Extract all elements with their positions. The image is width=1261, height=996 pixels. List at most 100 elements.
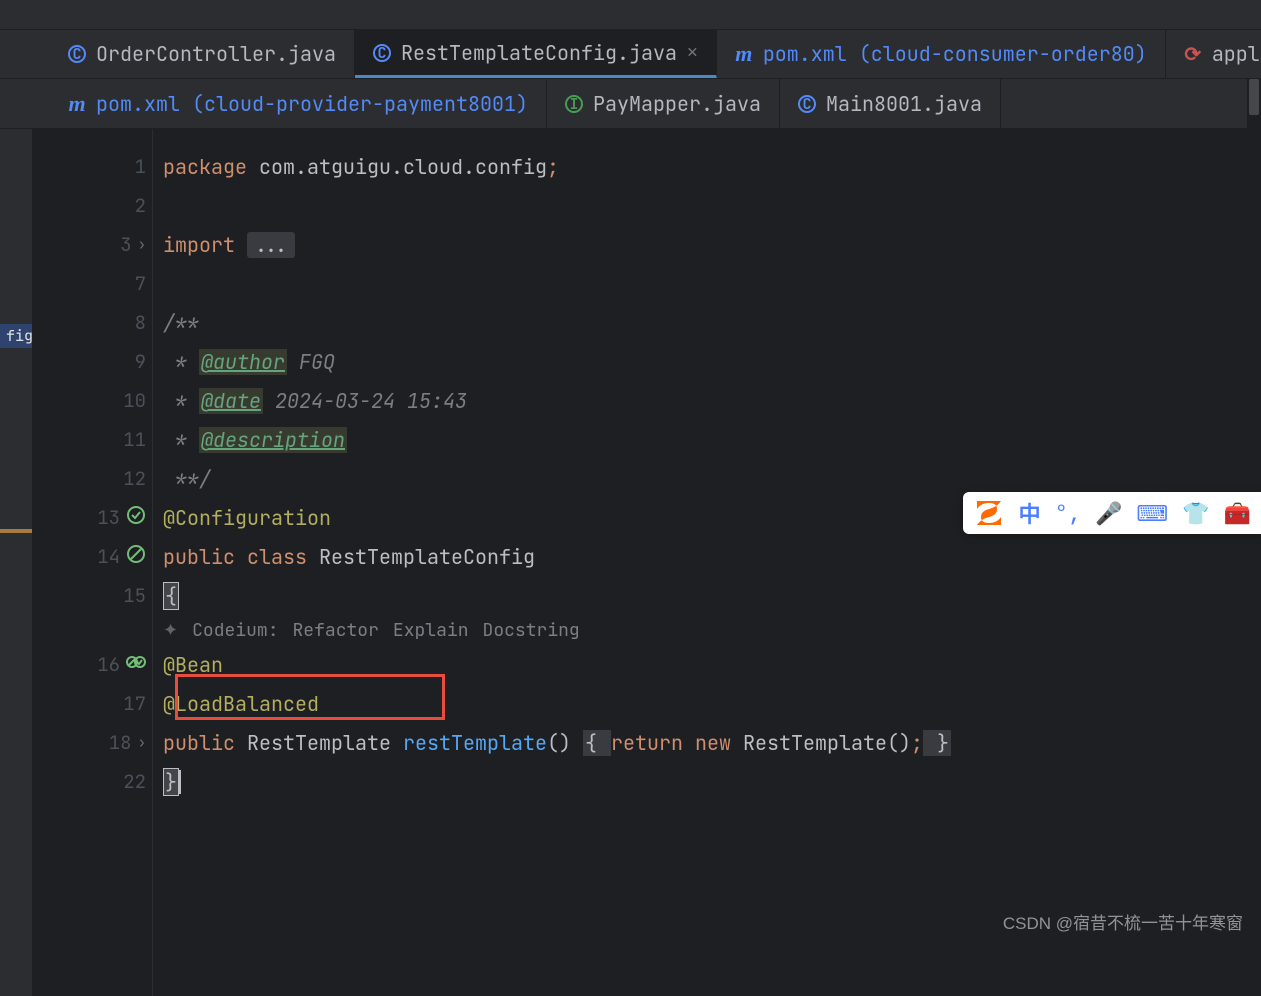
yaml-icon: ⟳ [1184, 45, 1202, 63]
maven-icon: m [68, 95, 86, 113]
tab-label: PayMapper.java [593, 91, 761, 117]
line-number: 14 [80, 544, 120, 569]
annotation-configuration: @Configuration [163, 505, 331, 531]
line-number: 11 [106, 427, 146, 452]
ime-toolbar[interactable]: 中 °, 🎤 ⌨ 👕 🧰 [963, 492, 1261, 534]
gutter: 1 2 3› 7 8 9 10 11 12 13 14 15 16 17 18›… [32, 129, 152, 996]
inspect-ok-icon[interactable] [126, 505, 146, 531]
mic-icon[interactable]: 🎤 [1095, 499, 1122, 528]
inspect-icon[interactable] [126, 652, 146, 678]
return-type: RestTemplate [247, 730, 403, 756]
keyword: public [163, 544, 247, 570]
java-class-icon: C [68, 45, 86, 63]
java-class-icon: C [373, 44, 391, 62]
line-number: 12 [106, 466, 146, 491]
punct: () [547, 730, 583, 756]
ime-lang[interactable]: 中 [1019, 497, 1041, 529]
caret [179, 770, 181, 794]
annotation-bean: @Bean [163, 652, 223, 678]
date-value: 2024-03-24 15:43 [263, 388, 467, 414]
tab-rest-template-config[interactable]: C RestTemplateConfig.java ✕ [355, 30, 717, 78]
sparkle-icon: ✦ [163, 619, 178, 642]
tab-application-yml[interactable]: ⟳ application.ym [1166, 30, 1261, 78]
brace: } [163, 768, 179, 796]
scrollbar[interactable] [1247, 79, 1261, 799]
line-number: 7 [106, 271, 146, 296]
maven-icon: m [735, 45, 753, 63]
line-number: 22 [106, 769, 146, 794]
line-number: 8 [106, 310, 146, 335]
inspect-icon[interactable] [126, 544, 146, 570]
doc-tag-author: @author [199, 349, 287, 375]
toolbox-icon[interactable]: 🧰 [1224, 499, 1251, 528]
sogou-icon[interactable] [973, 497, 1005, 529]
hint-docstring[interactable]: Docstring [483, 619, 580, 642]
line-number: 13 [80, 505, 120, 530]
java-class-icon: C [798, 95, 816, 113]
tab-label: application.ym [1212, 41, 1261, 67]
line-number: 15 [106, 583, 146, 608]
code-area[interactable]: package com.atguigu.cloud.config; import… [152, 129, 1261, 996]
comment: * [163, 427, 199, 453]
codeium-label: Codeium: [192, 619, 278, 642]
brace: } [923, 730, 951, 756]
brace: { [163, 582, 179, 610]
tab-pay-mapper[interactable]: I PayMapper.java [547, 79, 780, 128]
comment: * [163, 349, 199, 375]
scrollbar-thumb[interactable] [1249, 79, 1259, 115]
watermark: CSDN @宿昔不梳一苦十年寒窗 [1003, 909, 1243, 934]
skin-icon[interactable]: 👕 [1182, 499, 1209, 528]
keyword: public [163, 730, 247, 756]
punct: ; [547, 154, 559, 180]
tab-main-8001[interactable]: C Main8001.java [780, 79, 1001, 128]
line-number: 17 [106, 691, 146, 716]
tab-label: pom.xml (cloud-consumer-order80) [763, 41, 1147, 67]
keyword: package [163, 154, 247, 180]
brace: { [583, 730, 611, 756]
hint-refactor[interactable]: Refactor [293, 619, 379, 642]
java-interface-icon: I [565, 95, 583, 113]
punct: ; [911, 730, 923, 756]
keyword: import [163, 232, 247, 258]
constructor: RestTemplate() [743, 730, 911, 756]
toolbar [0, 0, 1261, 30]
doc-tag-date: @date [199, 388, 263, 414]
editor: fig 1 2 3› 7 8 9 10 11 12 13 14 15 16 17… [0, 129, 1261, 996]
left-sidebar: fig [0, 129, 32, 996]
doc-tag-description: @description [199, 427, 347, 453]
line-number: 10 [106, 388, 146, 413]
close-icon[interactable]: ✕ [687, 41, 698, 64]
line-number: 18 [92, 730, 132, 755]
line-number: 9 [106, 349, 146, 374]
author-value: FGQ [287, 349, 335, 375]
tab-pom-consumer[interactable]: m pom.xml (cloud-consumer-order80) [717, 30, 1166, 78]
fold-icon[interactable]: › [138, 236, 146, 254]
keyboard-icon[interactable]: ⌨ [1136, 499, 1168, 528]
keyword: return [611, 730, 695, 756]
tab-bar-row2: m pom.xml (cloud-provider-payment8001) I… [0, 79, 1261, 129]
comment: /** [163, 310, 199, 336]
keyword: new [695, 730, 743, 756]
tab-order-controller[interactable]: C OrderController.java [50, 30, 355, 78]
keyword: class [247, 544, 319, 570]
codeium-hints: ✦ Codeium: Refactor Explain Docstring [153, 615, 1261, 645]
tab-label: OrderController.java [96, 41, 336, 67]
tab-label: Main8001.java [826, 91, 982, 117]
package-name: com.atguigu.cloud.config [247, 154, 547, 180]
tab-pom-provider[interactable]: m pom.xml (cloud-provider-payment8001) [50, 79, 547, 128]
tab-bar-row1: C OrderController.java C RestTemplateCon… [0, 30, 1261, 79]
line-number: 3 [92, 232, 132, 257]
ime-punct[interactable]: °, [1055, 499, 1081, 528]
fold-icon[interactable]: › [138, 734, 146, 752]
comment: **/ [163, 466, 211, 492]
annotation-loadbalanced: @LoadBalanced [163, 691, 319, 717]
line-number: 1 [106, 154, 146, 179]
method-name: restTemplate [403, 730, 547, 756]
tab-label: pom.xml (cloud-provider-payment8001) [96, 91, 528, 117]
folded-imports[interactable]: ... [247, 232, 295, 258]
comment: * [163, 388, 199, 414]
line-number: 2 [106, 193, 146, 218]
change-marker [0, 529, 32, 533]
hint-explain[interactable]: Explain [393, 619, 469, 642]
class-name: RestTemplateConfig [319, 544, 535, 570]
